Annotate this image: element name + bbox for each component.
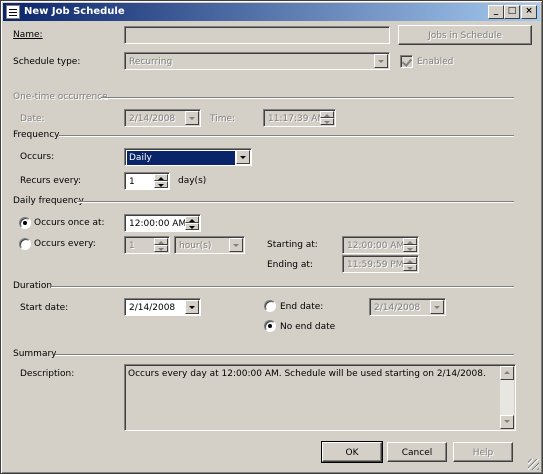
frequency-section-title: Frequency bbox=[13, 130, 60, 140]
name-input[interactable] bbox=[124, 26, 390, 44]
description-scrollbar[interactable] bbox=[500, 366, 514, 429]
spinner-icon[interactable] bbox=[185, 216, 199, 230]
cancel-button[interactable]: Cancel bbox=[387, 442, 447, 462]
scroll-up-icon[interactable] bbox=[500, 366, 514, 380]
one-time-divider bbox=[101, 97, 514, 99]
chevron-down-icon[interactable] bbox=[430, 300, 444, 314]
chevron-down-icon[interactable] bbox=[229, 238, 243, 252]
resize-grip-icon[interactable] bbox=[528, 459, 539, 470]
occurs-every-spinner[interactable]: 1 bbox=[124, 236, 170, 254]
enabled-checkbox[interactable] bbox=[400, 55, 413, 68]
occurs-every-radio[interactable] bbox=[19, 238, 31, 250]
occurs-once-time-spinner[interactable]: 12:00:00 AM bbox=[124, 214, 201, 232]
start-date-picker[interactable]: 2/14/2008 bbox=[124, 298, 201, 316]
duration-divider bbox=[51, 286, 514, 288]
enabled-label: Enabled bbox=[417, 57, 454, 67]
end-date-label: End date: bbox=[280, 302, 324, 312]
chevron-down-icon[interactable] bbox=[185, 300, 199, 314]
ok-button[interactable]: OK bbox=[321, 441, 383, 463]
occurs-every-label: Occurs every: bbox=[34, 239, 96, 249]
start-date-label: Start date: bbox=[20, 303, 69, 313]
occurs-dropdown[interactable]: Daily bbox=[124, 148, 252, 166]
description-textbox[interactable]: Occurs every day at 12:00:00 AM. Schedul… bbox=[124, 364, 516, 431]
starting-at-spinner[interactable]: 12:00:00 AM bbox=[342, 236, 419, 254]
ending-at-label: Ending at: bbox=[267, 260, 313, 270]
recurs-every-spinner[interactable]: 1 bbox=[124, 172, 170, 190]
maximize-icon[interactable]: □ bbox=[504, 5, 520, 19]
occurs-label: Occurs: bbox=[20, 152, 55, 162]
one-time-section-title: One-time occurrence bbox=[13, 92, 108, 102]
end-date-picker[interactable]: 2/14/2008 bbox=[369, 298, 446, 316]
schedule-type-dropdown[interactable]: Recurring bbox=[124, 52, 390, 70]
spinner-icon[interactable] bbox=[403, 257, 417, 271]
chevron-down-icon[interactable] bbox=[185, 111, 199, 125]
no-end-date-label: No end date bbox=[280, 322, 336, 332]
window-title: New Job Schedule bbox=[24, 6, 125, 17]
duration-section-title: Duration bbox=[13, 281, 53, 291]
recurs-unit-label: day(s) bbox=[178, 176, 207, 186]
jobs-in-schedule-button[interactable]: Jobs in Schedule bbox=[398, 25, 532, 45]
schedule-type-label: Schedule type: bbox=[13, 57, 81, 67]
chevron-down-icon[interactable] bbox=[374, 54, 388, 68]
daily-frequency-section-title: Daily frequency bbox=[13, 196, 84, 206]
spinner-icon[interactable] bbox=[320, 111, 334, 125]
starting-at-label: Starting at: bbox=[267, 240, 318, 250]
help-button[interactable]: Help bbox=[453, 442, 513, 462]
spinner-icon[interactable] bbox=[403, 238, 417, 252]
ending-at-spinner[interactable]: 11:59:59 PM bbox=[342, 255, 419, 273]
name-label: Name: bbox=[13, 30, 43, 40]
one-time-date-picker[interactable]: 2/14/2008 bbox=[124, 109, 201, 127]
job-schedule-dialog: New Job Schedule _ □ × Name: Jobs in Sch… bbox=[0, 0, 543, 474]
one-time-date-label: Date: bbox=[20, 114, 45, 124]
occurs-once-radio[interactable] bbox=[19, 217, 31, 229]
summary-section-title: Summary bbox=[13, 349, 57, 359]
description-label: Description: bbox=[20, 369, 75, 379]
window-icon bbox=[6, 5, 20, 19]
one-time-time-spinner[interactable]: 11:17:39 AM bbox=[263, 109, 336, 127]
scroll-down-icon[interactable] bbox=[500, 415, 514, 429]
spinner-icon[interactable] bbox=[154, 174, 168, 188]
minimize-icon[interactable]: _ bbox=[488, 5, 504, 19]
title-bar[interactable]: New Job Schedule _ □ × bbox=[3, 3, 540, 21]
end-date-radio[interactable] bbox=[264, 300, 276, 312]
chevron-down-icon[interactable] bbox=[236, 150, 250, 164]
spinner-icon[interactable] bbox=[154, 238, 168, 252]
frequency-divider bbox=[59, 135, 514, 137]
close-icon[interactable]: × bbox=[521, 5, 537, 19]
summary-divider bbox=[55, 354, 514, 356]
one-time-time-label: Time: bbox=[210, 114, 236, 124]
daily-frequency-divider bbox=[77, 201, 514, 203]
recurs-every-label: Recurs every: bbox=[20, 176, 82, 186]
occurs-every-unit-dropdown[interactable]: hour(s) bbox=[174, 236, 245, 254]
occurs-once-label: Occurs once at: bbox=[34, 218, 105, 228]
no-end-date-radio[interactable] bbox=[264, 320, 276, 332]
